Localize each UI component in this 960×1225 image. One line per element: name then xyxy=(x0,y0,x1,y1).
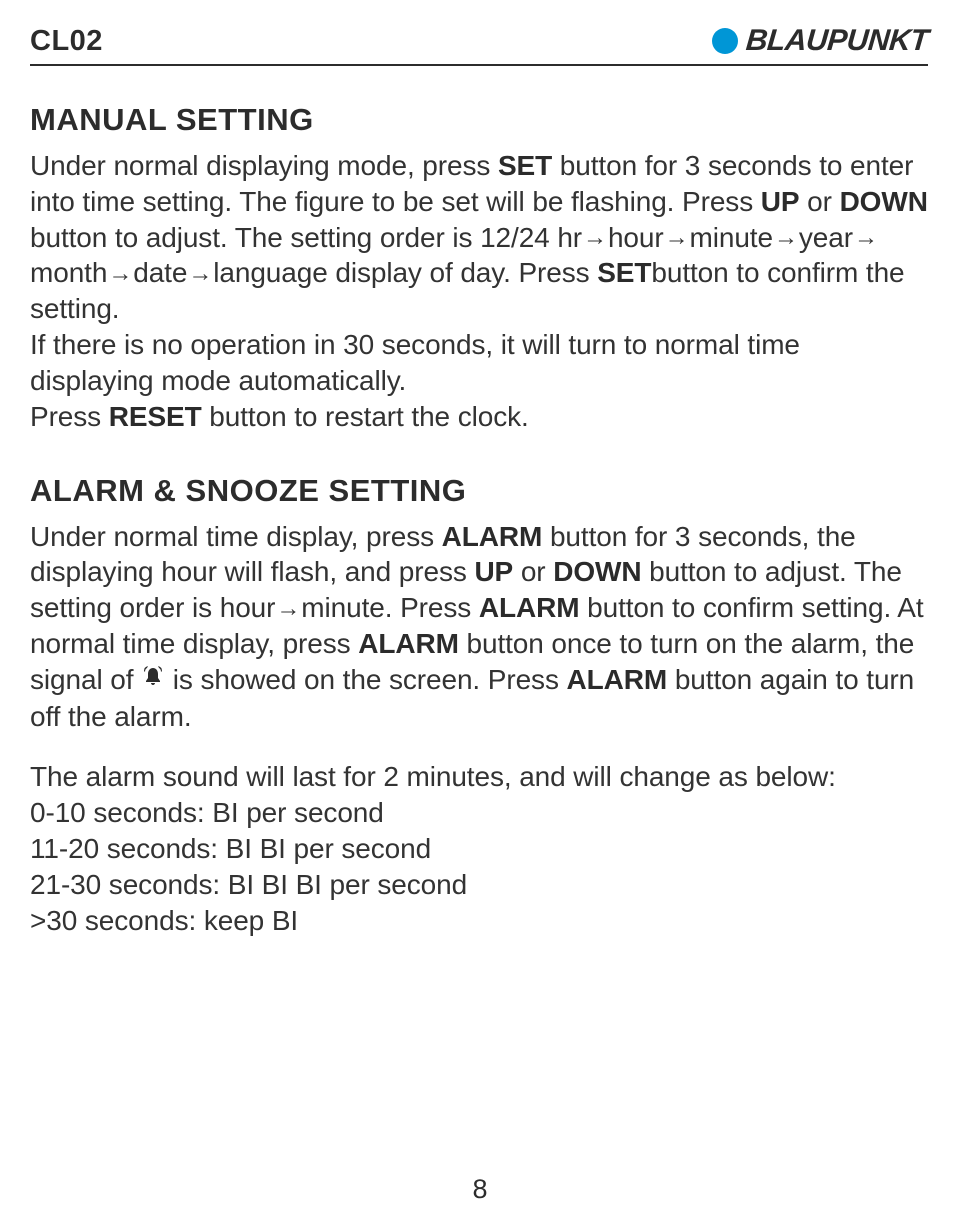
text: Under normal displaying mode, press xyxy=(30,150,498,181)
brand-logo: BLAUPUNKT xyxy=(712,24,928,58)
alarm-pattern-line: 0-10 seconds: BI per second xyxy=(30,797,384,828)
text: display of day. Press xyxy=(328,257,598,288)
text: button to restart the clock. xyxy=(202,401,529,432)
text: is showed on the screen. Press xyxy=(173,664,567,695)
seq-item: date xyxy=(133,257,187,288)
alarm-pattern-line: 21-30 seconds: BI BI BI per second xyxy=(30,869,467,900)
bell-icon xyxy=(141,662,165,698)
arrow-icon: → xyxy=(854,223,878,254)
arrow-icon: → xyxy=(108,259,132,290)
arrow-icon: → xyxy=(583,223,607,254)
up-label: UP xyxy=(474,556,513,587)
reset-label: RESET xyxy=(109,401,202,432)
text: or xyxy=(800,186,840,217)
page-header: CL02 BLAUPUNKT xyxy=(30,24,928,66)
manual-setting-section: MANUAL SETTING Under normal displaying m… xyxy=(30,102,928,435)
brand-name: BLAUPUNKT xyxy=(744,24,929,58)
arrow-icon: → xyxy=(188,259,212,290)
text: button to adjust. The setting order is 1… xyxy=(30,222,582,253)
alarm-snooze-body: Under normal time display, press ALARM b… xyxy=(30,519,928,939)
model-label: CL02 xyxy=(30,25,103,58)
arrow-icon: → xyxy=(276,594,300,625)
alarm-label: ALARM xyxy=(567,664,668,695)
seq-item: month xyxy=(30,257,107,288)
text: Under normal time display, press xyxy=(30,521,442,552)
down-label: DOWN xyxy=(840,186,928,217)
text: If there is no operation in 30 seconds, … xyxy=(30,329,800,396)
alarm-label: ALARM xyxy=(358,628,459,659)
arrow-icon: → xyxy=(774,223,798,254)
text: Press xyxy=(30,401,109,432)
set-label: SET xyxy=(498,150,552,181)
text: minute xyxy=(301,592,384,623)
manual-setting-title: MANUAL SETTING xyxy=(30,102,928,138)
alarm-label: ALARM xyxy=(479,592,580,623)
down-label: DOWN xyxy=(553,556,641,587)
up-label: UP xyxy=(761,186,800,217)
alarm-pattern-line: 11-20 seconds: BI BI per second xyxy=(30,833,431,864)
alarm-label: ALARM xyxy=(442,521,543,552)
alarm-snooze-section: ALARM & SNOOZE SETTING Under normal time… xyxy=(30,473,928,939)
set-label: SET xyxy=(597,257,651,288)
seq-item: language xyxy=(213,257,327,288)
alarm-pattern-line: >30 seconds: keep BI xyxy=(30,905,298,936)
seq-item: minute xyxy=(690,222,773,253)
seq-item: hour xyxy=(608,222,664,253)
text: or xyxy=(513,556,553,587)
page-number: 8 xyxy=(0,1174,960,1205)
manual-setting-body: Under normal displaying mode, press SET … xyxy=(30,148,928,435)
alarm-snooze-title: ALARM & SNOOZE SETTING xyxy=(30,473,928,509)
text: . Press xyxy=(385,592,479,623)
seq-item: year xyxy=(799,222,853,253)
brand-dot-icon xyxy=(712,28,738,54)
arrow-icon: → xyxy=(665,223,689,254)
text: The alarm sound will last for 2 minutes,… xyxy=(30,761,836,792)
